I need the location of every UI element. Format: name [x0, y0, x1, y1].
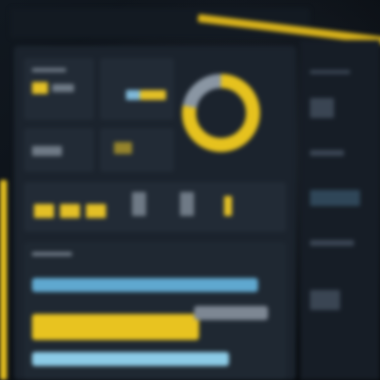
kpi-mark	[34, 204, 54, 218]
stat-card[interactable]	[100, 58, 174, 120]
side-item[interactable]	[310, 98, 334, 118]
bar-blue-bottom	[32, 352, 229, 366]
kpi-mark	[60, 204, 80, 218]
stat-card[interactable]	[24, 58, 94, 120]
side-item[interactable]	[310, 150, 344, 156]
stat-card[interactable]	[100, 128, 174, 172]
donut-chart	[178, 70, 264, 156]
side-chart	[310, 190, 360, 206]
kpi-mark	[224, 196, 232, 216]
stat-value	[32, 146, 62, 156]
bar-chart-label	[32, 252, 72, 256]
left-accent-strip	[0, 180, 7, 380]
side-panel	[300, 40, 380, 380]
dashboard-window	[0, 0, 380, 380]
kpi-mark	[86, 204, 106, 218]
kpi-row	[24, 182, 286, 232]
stat-mark	[126, 90, 140, 100]
bar-yellow	[32, 314, 200, 340]
stat-value	[52, 84, 74, 92]
side-item[interactable]	[310, 240, 354, 246]
stat-value	[114, 142, 132, 154]
stat-card[interactable]	[24, 128, 94, 172]
donut-svg	[182, 74, 260, 152]
side-item[interactable]	[310, 290, 340, 310]
bar-blue-top	[32, 278, 259, 292]
bar-chart-card	[24, 242, 286, 380]
stat-mark	[140, 90, 166, 100]
side-item[interactable]	[310, 70, 350, 74]
stat-label	[32, 68, 66, 72]
kpi-mark	[132, 192, 146, 216]
kpi-mark	[180, 192, 194, 216]
stat-value	[32, 82, 48, 94]
bar-grey	[194, 306, 269, 320]
